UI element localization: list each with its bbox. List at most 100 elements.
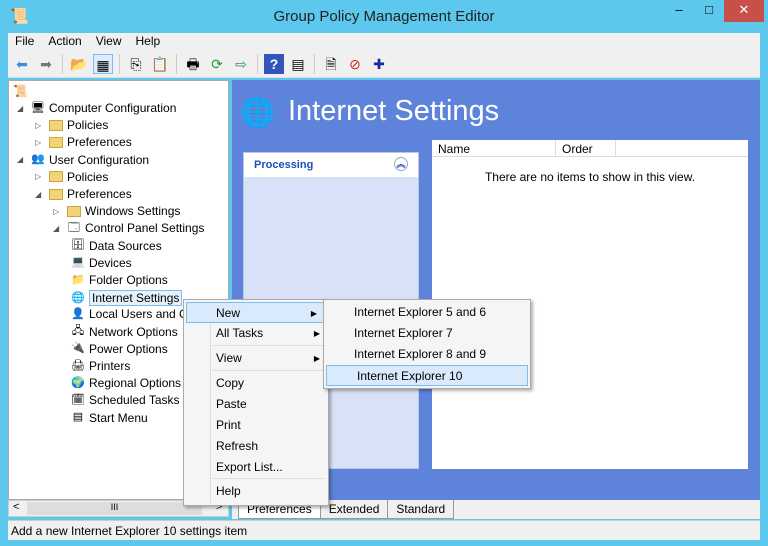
context-menu-item[interactable]: Export List... [184, 457, 328, 478]
back-icon[interactable]: ⬅ [12, 54, 32, 74]
tree-node-label: Start Menu [89, 410, 148, 425]
collapsed-arrow-icon[interactable]: ▷ [35, 172, 45, 181]
forward-icon[interactable]: ➡ [36, 54, 56, 74]
context-menu-item[interactable]: Copy [184, 373, 328, 394]
data-sources-icon: 🗄 [71, 239, 85, 252]
context-menu-item[interactable]: View ▶ [184, 348, 328, 369]
tree-node-label: Preferences [67, 135, 132, 150]
up-folder-icon[interactable]: 📂 [69, 54, 89, 74]
start-menu-icon: ▤ [72, 411, 84, 424]
tree-node[interactable]: ▤ Start Menu [71, 411, 148, 425]
expanded-arrow-icon[interactable]: ◢ [17, 155, 27, 164]
collapsed-arrow-icon[interactable]: ▷ [35, 121, 45, 130]
internet-settings-large-icon: 🌐 [240, 97, 275, 128]
folder-icon [67, 205, 81, 217]
scroll-thumb[interactable]: III [27, 502, 202, 515]
collapsed-arrow-icon[interactable]: ▷ [53, 207, 63, 216]
menu-item-label: Print [216, 418, 241, 432]
new-item-icon[interactable]: 🗎 [321, 54, 341, 74]
submenu-arrow-icon: ▶ [313, 354, 320, 363]
scheduled-tasks-icon: 🗓 [71, 393, 85, 406]
local-users-icon: 👤 [71, 307, 85, 320]
tree-node[interactable]: 💻 Devices [71, 256, 132, 270]
tree-node[interactable]: 🖨 Printers [71, 359, 130, 373]
close-button[interactable]: ✕ [724, 0, 764, 22]
folder-icon [49, 188, 63, 200]
folder-icon [49, 136, 63, 148]
tab-extended[interactable]: Extended [319, 500, 389, 519]
status-bar: Add a new Internet Explorer 10 settings … [8, 520, 760, 540]
context-menu-item[interactable]: Refresh [184, 436, 328, 457]
maximize-button[interactable]: □ [694, 0, 724, 22]
submenu-item[interactable]: Internet Explorer 5 and 6 [324, 302, 530, 323]
tree-node-label: Printers [89, 359, 131, 373]
stop-icon[interactable]: ⊘ [345, 54, 365, 74]
column-order[interactable]: Order [556, 140, 616, 156]
control-panel-icon: 🗔 [68, 221, 80, 234]
context-menu-item[interactable]: All Tasks ▶ [184, 323, 328, 344]
context-menu: New ▶ All Tasks ▶ View ▶ Copy Paste Print Refresh… [183, 299, 329, 506]
tree-node[interactable]: ◢ Preferences [35, 187, 132, 201]
tree-node[interactable]: ▷ Windows Settings [53, 204, 180, 218]
collapsed-arrow-icon[interactable]: ▷ [35, 138, 45, 147]
devices-icon: 💻 [71, 256, 85, 269]
tree-node[interactable]: 📁 Folder Options [71, 273, 168, 287]
window-title: Group Policy Management Editor [273, 8, 495, 25]
export-icon[interactable]: ⇨ [231, 54, 251, 74]
menu-view[interactable]: View [89, 33, 129, 49]
menu-file[interactable]: File [8, 33, 41, 49]
content-title: Internet Settings [288, 95, 500, 127]
scroll-left-icon[interactable]: < [13, 501, 19, 513]
tree-node-label: Policies [67, 118, 109, 133]
paste-icon[interactable]: 📋 [150, 54, 170, 74]
tree-node[interactable]: ◢ 🗔 Control Panel Settings [53, 221, 204, 235]
tree-node[interactable]: ▷ Preferences [35, 135, 132, 149]
context-menu-item[interactable]: Paste [184, 394, 328, 415]
expanded-arrow-icon[interactable]: ◢ [53, 224, 63, 233]
title-bar: 📜 Group Policy Management Editor – □ ✕ [0, 0, 768, 33]
show-hide-tree-icon[interactable]: ▦ [93, 54, 113, 74]
tree-node[interactable]: 🗄 Data Sources [71, 239, 162, 253]
copy-icon[interactable]: ⎘ [126, 54, 146, 74]
tree-node[interactable]: 🌍 Regional Options [71, 376, 181, 390]
menu-item-label: Export List... [216, 460, 283, 474]
processing-label: Processing [254, 159, 314, 171]
tree-node[interactable]: 🖧 Network Options [71, 325, 178, 339]
submenu-item[interactable]: Internet Explorer 7 [324, 323, 530, 344]
submenu-arrow-icon: ▶ [310, 309, 317, 318]
minimize-button[interactable]: – [664, 0, 694, 22]
context-menu-item[interactable]: Help [184, 481, 328, 502]
submenu-item[interactable]: Internet Explorer 10 [326, 365, 528, 386]
power-options-icon: 🔌 [71, 342, 85, 355]
tree-node[interactable]: 🔌 Power Options [71, 342, 168, 356]
menu-item-label: All Tasks [216, 326, 264, 340]
expanded-arrow-icon[interactable]: ◢ [35, 190, 45, 199]
tab-standard[interactable]: Standard [387, 500, 455, 519]
tree-node[interactable]: ◢ 🖥 Computer Configuration [17, 101, 176, 115]
empty-message: There are no items to show in this view. [484, 170, 696, 184]
refresh-icon[interactable]: ⟳ [207, 54, 227, 74]
menu-action[interactable]: Action [41, 33, 88, 49]
tree-node[interactable]: ◢ 👥 User Configuration [17, 153, 149, 167]
help-icon[interactable]: ? [264, 54, 284, 74]
collapse-icon[interactable]: ︽ [394, 157, 408, 171]
add-icon[interactable]: ✚ [369, 54, 389, 74]
tree-node[interactable]: 🗓 Scheduled Tasks [71, 393, 180, 407]
regional-options-icon: 🌍 [71, 376, 85, 389]
column-name[interactable]: Name [432, 140, 556, 156]
print-icon[interactable]: 🖶 [183, 54, 203, 74]
menu-item-label: New [216, 306, 241, 320]
tree-node[interactable]: ▷ Policies [35, 170, 108, 184]
menu-help[interactable]: Help [129, 33, 168, 49]
submenu-item[interactable]: Internet Explorer 8 and 9 [324, 344, 530, 365]
context-menu-item[interactable]: Print [184, 415, 328, 436]
network-options-icon: 🖧 [71, 325, 85, 338]
tree-node[interactable]: 🌐 Internet Settings [71, 290, 183, 307]
context-menu-item[interactable]: New ▶ [186, 302, 326, 323]
root-icon: 📜 [13, 84, 28, 98]
expanded-arrow-icon[interactable]: ◢ [17, 104, 27, 113]
tree-node-label: Network Options [89, 324, 178, 339]
menu-item-label: Paste [216, 397, 247, 411]
tree-node[interactable]: ▷ Policies [35, 118, 108, 132]
properties-icon[interactable]: ▤ [288, 54, 308, 74]
